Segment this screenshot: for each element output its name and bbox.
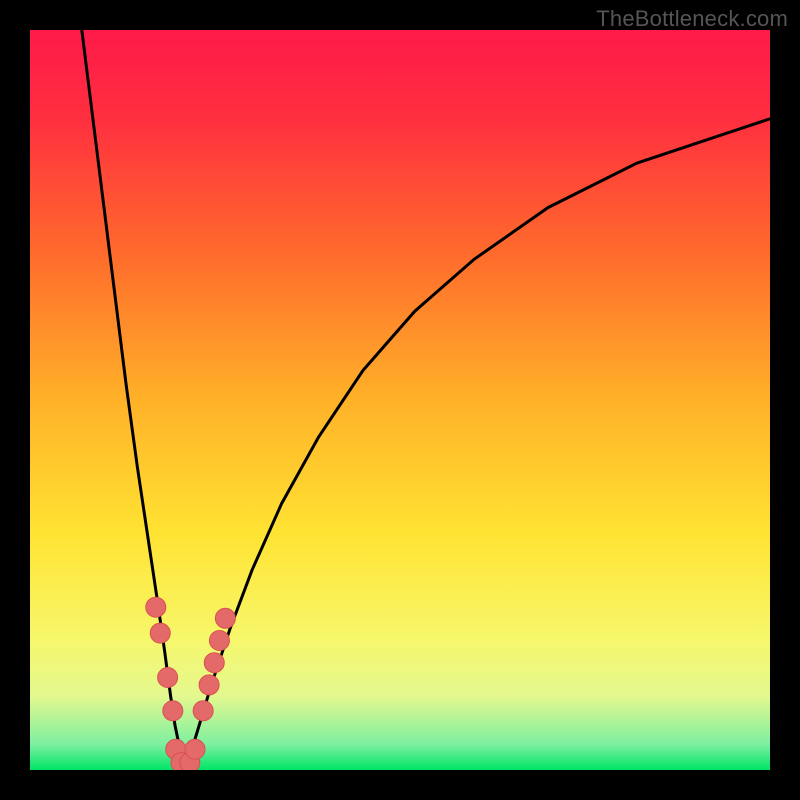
data-marker <box>209 631 229 651</box>
data-marker <box>150 623 170 643</box>
data-marker <box>193 701 213 721</box>
data-marker <box>185 739 205 759</box>
data-marker <box>163 701 183 721</box>
plot-area <box>30 30 770 770</box>
gradient-background <box>30 30 770 770</box>
data-marker <box>158 668 178 688</box>
data-marker <box>146 597 166 617</box>
data-marker <box>199 675 219 695</box>
chart-frame: TheBottleneck.com <box>0 0 800 800</box>
data-marker <box>215 608 235 628</box>
watermark-text: TheBottleneck.com <box>596 6 788 32</box>
chart-svg <box>30 30 770 770</box>
data-marker <box>204 653 224 673</box>
